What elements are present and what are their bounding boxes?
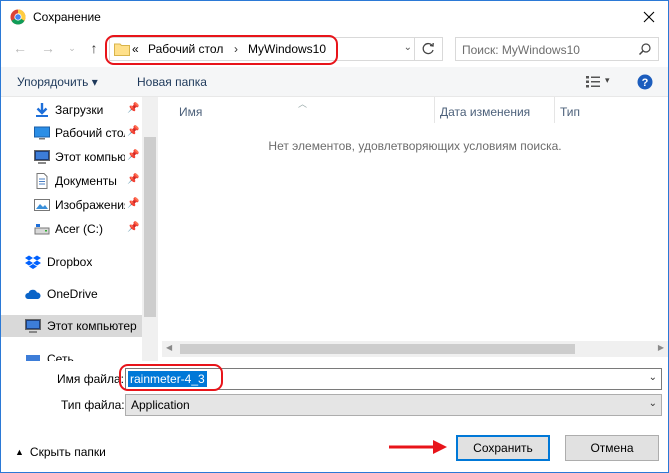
- sidebar-item-label: Acer (C:): [55, 222, 103, 236]
- organize-menu[interactable]: Упорядочить ▾: [17, 75, 98, 89]
- svg-text:?: ?: [642, 77, 649, 89]
- sidebar-item-label: Рабочий стол: [55, 126, 125, 140]
- filename-row: Имя файла: rainmeter-4_3 ⌄: [1, 367, 668, 391]
- column-header-type[interactable]: Тип: [560, 105, 580, 119]
- pin-icon[interactable]: 📌: [127, 126, 139, 138]
- empty-folder-message: Нет элементов, удовлетворяющих условиям …: [268, 139, 562, 153]
- view-dropdown-icon[interactable]: ▾: [605, 75, 610, 86]
- onedrive-icon: [25, 289, 41, 299]
- pin-icon[interactable]: 📌: [127, 222, 139, 234]
- filetype-label: Тип файла:: [61, 398, 125, 412]
- sidebar-item-dropbox[interactable]: Dropbox: [1, 251, 142, 273]
- column-divider[interactable]: [434, 97, 435, 123]
- hide-folders-label: Скрыть папки: [29, 445, 106, 459]
- sidebar-item-this-pc-pinned[interactable]: Этот компьютер 📌: [1, 146, 142, 168]
- sidebar-item-label: Изображения: [55, 198, 125, 212]
- scroll-right-icon[interactable]: ▶: [658, 343, 664, 352]
- drive-icon: [34, 224, 50, 235]
- sort-ascending-icon: ︿: [298, 99, 308, 109]
- back-button[interactable]: ←: [11, 39, 29, 57]
- sidebar-item-label: OneDrive: [47, 287, 98, 301]
- sidebar-item-network[interactable]: Сеть: [1, 348, 142, 361]
- scroll-left-icon[interactable]: ◀: [166, 343, 172, 352]
- dropbox-icon: [25, 255, 41, 269]
- computer-icon: [34, 150, 50, 164]
- refresh-icon[interactable]: [420, 41, 436, 57]
- filename-label: Имя файла:: [57, 372, 124, 386]
- sidebar-item-label: Этот компьютер: [47, 319, 137, 333]
- network-icon: [26, 355, 40, 361]
- save-button[interactable]: Сохранить: [456, 435, 550, 461]
- sidebar-item-onedrive[interactable]: OneDrive: [1, 283, 142, 305]
- desktop-icon: [34, 126, 50, 140]
- sidebar-item-documents[interactable]: Документы 📌: [1, 170, 142, 192]
- sidebar-item-drive-c[interactable]: Acer (C:) 📌: [1, 218, 142, 240]
- pictures-icon: [34, 199, 50, 211]
- view-options-icon[interactable]: [586, 76, 600, 88]
- chevron-down-icon[interactable]: ⌄: [649, 398, 657, 409]
- sidebar-item-downloads[interactable]: Загрузки 📌: [1, 99, 142, 121]
- search-box[interactable]: Поиск: MyWindows10: [455, 37, 659, 61]
- navigation-bar: ← → ⌄ ↑ « Рабочий стол › MyWindows10 ⌄ П…: [1, 35, 668, 65]
- close-icon: [643, 11, 655, 23]
- navigation-pane-scrollbar[interactable]: [142, 97, 158, 361]
- arrow-up-icon: ↑: [90, 40, 98, 56]
- filetype-row: Тип файла: Application ⌄: [1, 393, 668, 417]
- computer-icon: [25, 319, 41, 333]
- pin-icon[interactable]: 📌: [127, 198, 139, 210]
- documents-icon: [36, 173, 48, 189]
- new-folder-button[interactable]: Новая папка: [137, 75, 207, 89]
- help-icon[interactable]: ?: [637, 74, 653, 90]
- caret-up-icon: ▲: [15, 447, 24, 457]
- sidebar-item-label: Загрузки: [55, 103, 104, 117]
- sidebar-item-this-pc[interactable]: Этот компьютер: [1, 315, 142, 337]
- search-input[interactable]: Поиск: MyWindows10: [462, 43, 580, 57]
- sidebar-item-pictures[interactable]: Изображения 📌: [1, 194, 142, 216]
- navigation-pane: Загрузки 📌 Рабочий стол 📌 Этот компьютер…: [1, 97, 158, 361]
- filetype-select[interactable]: Application ⌄: [125, 394, 662, 416]
- pin-icon[interactable]: 📌: [127, 174, 139, 186]
- chevron-down-icon: ⌄: [68, 42, 76, 53]
- sidebar-item-desktop[interactable]: Рабочий стол 📌: [1, 122, 142, 144]
- file-list-horizontal-scrollbar[interactable]: ◀ ▶: [162, 341, 668, 357]
- file-list: ︿ Имя Дата изменения Тип Нет элементов, …: [162, 97, 668, 361]
- column-divider[interactable]: [554, 97, 555, 123]
- chevron-down-icon[interactable]: ⌄: [649, 372, 657, 383]
- scrollbar-thumb[interactable]: [144, 137, 156, 317]
- sidebar-item-label: Dropbox: [47, 255, 93, 269]
- search-icon[interactable]: [638, 42, 652, 56]
- title-bar: Сохранение: [1, 1, 668, 33]
- filetype-value: Application: [131, 398, 190, 412]
- chrome-icon: [10, 9, 26, 25]
- address-dropdown-icon[interactable]: ⌄: [404, 42, 412, 53]
- address-highlight-annotation: [105, 35, 338, 65]
- sidebar-item-label: Документы: [55, 174, 117, 188]
- column-header-date[interactable]: Дата изменения: [440, 105, 530, 119]
- command-bar: Упорядочить ▾ Новая папка ▾ ?: [1, 67, 668, 97]
- recent-locations-button[interactable]: ⌄: [63, 39, 81, 57]
- sidebar-item-label: Этот компьютер: [55, 150, 125, 164]
- window-title: Сохранение: [33, 10, 101, 24]
- forward-button[interactable]: →: [39, 39, 57, 57]
- filename-highlight-annotation: [119, 364, 223, 391]
- cancel-button[interactable]: Отмена: [565, 435, 659, 461]
- sidebar-item-label: Сеть: [47, 352, 74, 361]
- close-button[interactable]: [636, 5, 662, 29]
- arrow-left-icon: ←: [13, 40, 27, 56]
- pin-icon[interactable]: 📌: [127, 103, 139, 115]
- save-dialog: Сохранение ← → ⌄ ↑ « Рабочий стол › MyWi: [0, 0, 669, 473]
- up-button[interactable]: ↑: [85, 39, 103, 57]
- arrow-right-icon: →: [41, 40, 55, 56]
- pin-icon[interactable]: 📌: [127, 150, 139, 162]
- hide-folders-toggle[interactable]: ▲ Скрыть папки: [15, 445, 106, 459]
- column-header-name[interactable]: Имя: [179, 105, 202, 119]
- scrollbar-thumb[interactable]: [180, 344, 575, 354]
- address-divider: [414, 38, 415, 60]
- download-icon: [36, 103, 48, 117]
- red-arrow-annotation: [389, 440, 447, 454]
